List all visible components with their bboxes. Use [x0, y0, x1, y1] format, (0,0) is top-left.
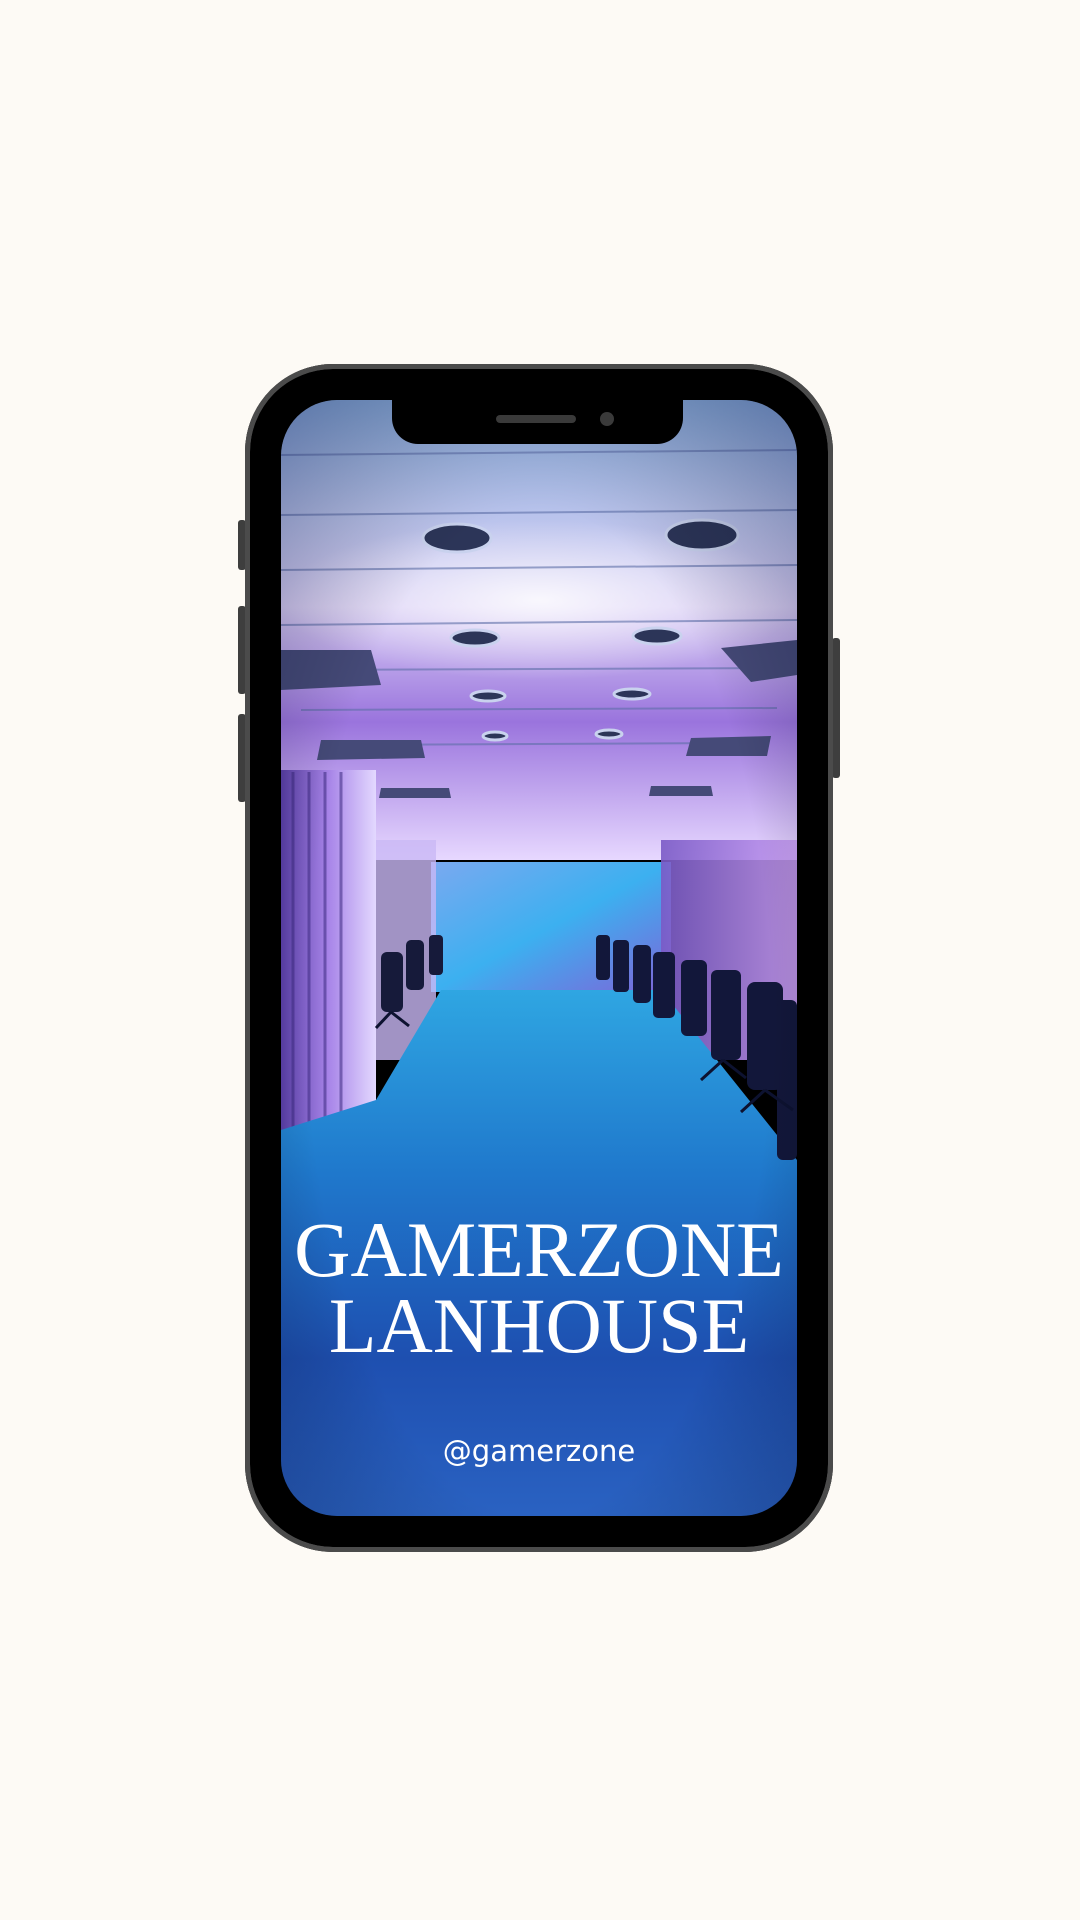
volume-up-button — [238, 606, 246, 694]
social-handle: @gamerzone — [442, 1434, 636, 1468]
power-button — [832, 638, 840, 778]
earpiece-speaker-icon — [496, 415, 576, 423]
phone-mockup: GAMERZONE LANHOUSE @gamerzone — [238, 364, 840, 1552]
silent-switch — [238, 520, 246, 570]
phone-screen: GAMERZONE LANHOUSE @gamerzone — [281, 400, 797, 1516]
volume-down-button — [238, 714, 246, 802]
canvas: GAMERZONE LANHOUSE @gamerzone — [0, 0, 1080, 1920]
lanhouse-title: GAMERZONE LANHOUSE — [281, 1211, 797, 1365]
phone-notch — [392, 400, 683, 444]
title-line-2: LANHOUSE — [328, 1282, 750, 1369]
front-camera-icon — [600, 412, 614, 426]
title-line-1: GAMERZONE — [294, 1206, 784, 1293]
